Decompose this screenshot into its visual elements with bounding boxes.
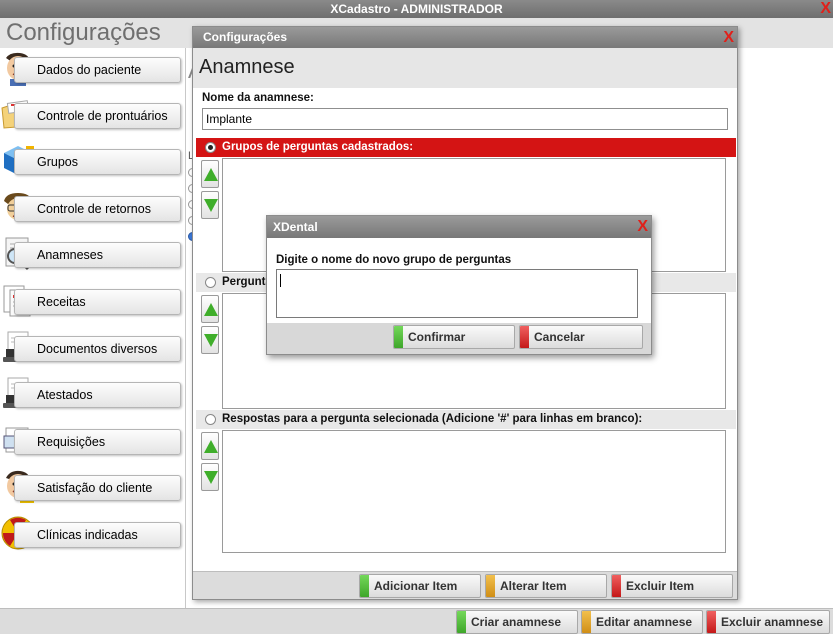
sidebar-item-label[interactable]: Documentos diversos <box>14 336 181 362</box>
delete-item-label: Excluir Item <box>626 579 695 593</box>
arrow-down-icon <box>204 334 218 347</box>
groups-radio[interactable] <box>205 142 216 153</box>
move-down-button[interactable] <box>201 463 219 491</box>
sidebar-item-receitas[interactable]: Receitas <box>0 280 186 320</box>
add-item-label: Adicionar Item <box>374 579 458 593</box>
sidebar-item-atestados[interactable]: Atestados <box>0 373 186 413</box>
move-up-button[interactable] <box>201 160 219 188</box>
move-down-button[interactable] <box>201 326 219 354</box>
red-accent <box>520 326 529 348</box>
arrow-up-icon <box>204 440 218 453</box>
sidebar-item-satisfacao-cliente[interactable]: Satisfação do cliente <box>0 466 186 506</box>
dialog-heading: Anamnese <box>199 56 295 78</box>
new-group-name-input[interactable] <box>276 269 638 318</box>
sidebar-item-documentos-diversos[interactable]: Documentos diversos <box>0 327 186 367</box>
green-accent <box>360 575 369 597</box>
sidebar-item-label[interactable]: Grupos <box>14 149 181 175</box>
sidebar-item-label[interactable]: Atestados <box>14 382 181 408</box>
dialog-close-icon[interactable]: X <box>723 27 734 48</box>
sidebar-item-requisicoes[interactable]: Requisições <box>0 420 186 460</box>
confirm-label: Confirmar <box>408 330 466 344</box>
sidebar-item-controle-prontuarios[interactable]: Controle de prontuários <box>0 94 186 134</box>
answers-section-header[interactable]: Respostas para a pergunta selecionada (A… <box>196 410 736 429</box>
green-accent <box>394 326 403 348</box>
sidebar-item-label[interactable]: Requisições <box>14 429 181 455</box>
answers-radio[interactable] <box>205 414 216 425</box>
cancel-label: Cancelar <box>534 330 585 344</box>
edit-item-label: Alterar Item <box>500 579 567 593</box>
arrow-down-icon <box>204 199 218 212</box>
move-up-button[interactable] <box>201 295 219 323</box>
delete-item-button[interactable]: Excluir Item <box>611 574 733 598</box>
sidebar-item-label[interactable]: Clínicas indicadas <box>14 522 181 548</box>
orange-accent <box>486 575 495 597</box>
dialog-title: Configurações <box>203 30 288 44</box>
delete-anamnese-label: Excluir anamnese <box>721 615 824 629</box>
sidebar-item-anamneses[interactable]: Anamneses <box>0 233 186 273</box>
groups-section-header[interactable]: Grupos de perguntas cadastrados: <box>196 138 736 157</box>
sidebar-item-label[interactable]: Controle de retornos <box>14 196 181 222</box>
sidebar-item-label[interactable]: Anamneses <box>14 242 181 268</box>
edit-anamnese-button[interactable]: Editar anamnese <box>581 610 703 634</box>
xdental-title: XDental <box>273 220 318 234</box>
anamnese-name-label: Nome da anamnese: <box>202 92 314 104</box>
app-titlebar: XCadastro - ADMINISTRADOR X <box>0 0 833 18</box>
sidebar-item-dados-paciente[interactable]: Dados do paciente <box>0 48 186 88</box>
questions-radio[interactable] <box>205 277 216 288</box>
sidebar-item-label[interactable]: Satisfação do cliente <box>14 475 181 501</box>
xdental-dialog: XDental X Digite o nome do novo grupo de… <box>266 215 652 355</box>
dialog-titlebar[interactable]: Configurações X <box>193 27 737 48</box>
answers-section-label: Respostas para a pergunta selecionada (A… <box>222 413 643 425</box>
green-accent <box>457 611 466 633</box>
app-close-icon[interactable]: X <box>820 0 831 18</box>
move-up-button[interactable] <box>201 432 219 460</box>
sidebar-item-label[interactable]: Controle de prontuários <box>14 103 181 129</box>
red-accent <box>612 575 621 597</box>
create-anamnese-label: Criar anamnese <box>471 615 562 629</box>
page-title: Configurações <box>6 19 161 46</box>
groups-section-label: Grupos de perguntas cadastrados: <box>222 141 414 153</box>
anamnese-name-input[interactable]: Implante <box>202 108 728 130</box>
xdental-footer: Confirmar Cancelar <box>267 323 651 354</box>
red-accent <box>707 611 716 633</box>
arrow-up-icon <box>204 168 218 181</box>
sidebar-item-label[interactable]: Receitas <box>14 289 181 315</box>
sidebar-item-clinicas-indicadas[interactable]: Clínicas indicadas <box>0 513 186 553</box>
dialog-footer: Adicionar Item Alterar Item Excluir Item <box>193 571 737 599</box>
answers-listbox[interactable] <box>222 430 726 553</box>
arrow-down-icon <box>204 471 218 484</box>
sidebar-item-controle-retornos[interactable]: Controle de retornos <box>0 187 186 227</box>
delete-anamnese-button[interactable]: Excluir anamnese <box>706 610 830 634</box>
edit-anamnese-label: Editar anamnese <box>596 615 693 629</box>
bottom-action-bar: Criar anamnese Editar anamnese Excluir a… <box>0 608 833 634</box>
arrow-up-icon <box>204 303 218 316</box>
text-cursor <box>280 274 281 288</box>
xdental-titlebar[interactable]: XDental X <box>267 216 651 238</box>
confirm-button[interactable]: Confirmar <box>393 325 515 349</box>
xdental-close-icon[interactable]: X <box>637 216 648 238</box>
window-title: XCadastro - ADMINISTRADOR <box>330 2 503 16</box>
create-anamnese-button[interactable]: Criar anamnese <box>456 610 578 634</box>
sidebar-item-grupos[interactable]: Grupos <box>0 140 186 180</box>
sidebar: Dados do paciente Controle de prontuário… <box>0 48 186 608</box>
new-group-prompt: Digite o nome do novo grupo de perguntas <box>276 254 512 266</box>
edit-item-button[interactable]: Alterar Item <box>485 574 607 598</box>
cancel-button[interactable]: Cancelar <box>519 325 643 349</box>
sidebar-item-label[interactable]: Dados do paciente <box>14 57 181 83</box>
orange-accent <box>582 611 591 633</box>
move-down-button[interactable] <box>201 191 219 219</box>
add-item-button[interactable]: Adicionar Item <box>359 574 481 598</box>
dialog-header: Anamnese <box>193 48 737 88</box>
